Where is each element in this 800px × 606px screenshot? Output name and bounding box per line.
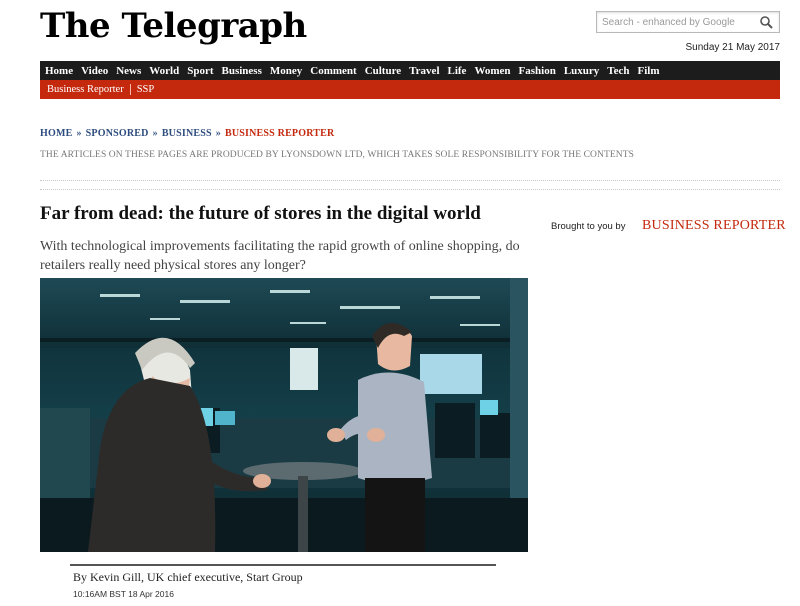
breadcrumb-sponsored[interactable]: SPONSORED <box>86 128 149 139</box>
nav-item-business[interactable]: Business <box>222 65 262 77</box>
nav-item-culture[interactable]: Culture <box>365 65 401 77</box>
nav-item-luxury[interactable]: Luxury <box>564 65 599 77</box>
article-headline: Far from dead: the future of stores in t… <box>40 203 481 224</box>
subnav-item-ssp[interactable]: SSP <box>137 84 155 95</box>
breadcrumb-current[interactable]: BUSINESS REPORTER <box>225 128 334 139</box>
nav-item-money[interactable]: Money <box>270 65 302 77</box>
breadcrumb-business[interactable]: BUSINESS <box>162 128 212 139</box>
search-box[interactable] <box>596 11 780 33</box>
brought-to-you-label: Brought to you by <box>551 221 626 232</box>
sponsor-disclaimer: THE ARTICLES ON THESE PAGES ARE PRODUCED… <box>40 150 635 160</box>
breadcrumb-separator: » <box>215 128 221 139</box>
telegraph-logo[interactable]: The Telegraph <box>40 6 307 46</box>
nav-item-travel[interactable]: Travel <box>409 65 439 77</box>
subnav-item-business-reporter[interactable]: Business Reporter <box>47 84 124 95</box>
byline-divider <box>70 564 496 566</box>
article-timestamp: 10:16AM BST 18 Apr 2016 <box>73 589 174 599</box>
article-standfirst: With technological improvements facilita… <box>40 239 520 273</box>
nav-item-life[interactable]: Life <box>448 65 467 77</box>
nav-item-news[interactable]: News <box>116 65 141 77</box>
breadcrumb-separator: » <box>76 128 82 139</box>
article-byline: By Kevin Gill, UK chief executive, Start… <box>73 570 303 584</box>
breadcrumb-home[interactable]: HOME <box>40 128 72 139</box>
subnav-divider <box>129 84 131 95</box>
nav-item-home[interactable]: Home <box>45 65 73 77</box>
business-reporter-logo[interactable]: BUSINESS REPORTER <box>642 218 786 234</box>
video-player[interactable] <box>40 278 528 552</box>
magnifier-icon[interactable] <box>759 15 773 29</box>
divider <box>40 189 780 190</box>
breadcrumb-separator: » <box>152 128 158 139</box>
nav-item-comment[interactable]: Comment <box>310 65 356 77</box>
nav-item-tech[interactable]: Tech <box>607 65 629 77</box>
video-still-image <box>40 278 528 552</box>
nav-item-women[interactable]: Women <box>474 65 510 77</box>
nav-item-world[interactable]: World <box>149 65 179 77</box>
nav-item-sport[interactable]: Sport <box>187 65 213 77</box>
nav-item-fashion[interactable]: Fashion <box>519 65 556 77</box>
main-nav: Home Video News World Sport Business Mon… <box>40 61 780 80</box>
divider <box>40 180 780 181</box>
breadcrumb: HOME» SPONSORED» BUSINESS» BUSINESS REPORTE… <box>40 128 334 139</box>
nav-item-video[interactable]: Video <box>81 65 108 77</box>
section-subnav: Business Reporter SSP <box>40 80 780 99</box>
nav-item-film[interactable]: Film <box>638 65 660 77</box>
search-input[interactable] <box>597 12 747 33</box>
current-date: Sunday 21 May 2017 <box>685 42 780 53</box>
